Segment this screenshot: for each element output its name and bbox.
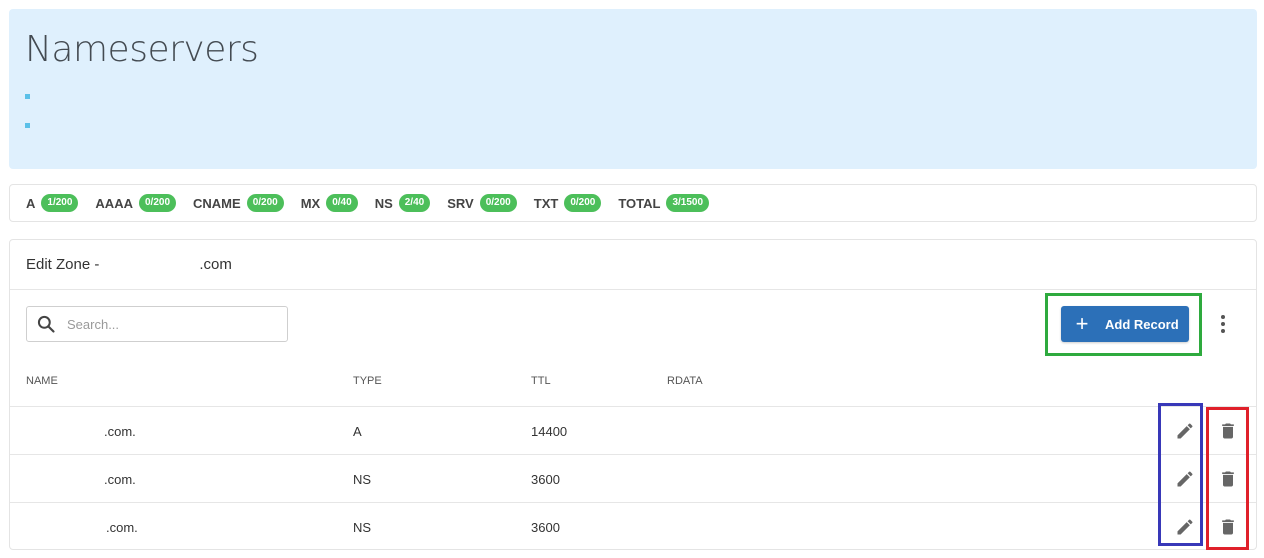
count-badge: 0/200 (564, 194, 602, 212)
count-label: CNAME (193, 195, 241, 211)
more-vertical-icon[interactable] (1213, 312, 1233, 336)
count-badge: 0/200 (138, 194, 177, 212)
record-ttl: 14400 (531, 424, 568, 439)
column-header-rdata: RDATA (667, 375, 703, 387)
zone-domain: .com (199, 256, 232, 273)
count-badge: 1/200 (41, 194, 79, 212)
column-header-ttl: TTL (531, 375, 551, 387)
table-row: .com. NS 3600 (10, 502, 1256, 550)
count-label: A (26, 195, 36, 211)
count-item-srv: SRV 0/200 (447, 194, 517, 212)
record-ttl: 3600 (531, 472, 560, 487)
count-label: TOTAL (618, 195, 661, 211)
count-item-cname: CNAME 0/200 (193, 194, 284, 212)
delete-column-highlight (1206, 407, 1249, 550)
column-header-type: TYPE (353, 375, 382, 387)
record-name: .com. (106, 520, 138, 535)
edit-column-highlight (1158, 403, 1203, 546)
count-item-total: TOTAL 3/1500 (618, 194, 710, 212)
count-item-mx: MX 0/40 (301, 194, 358, 212)
search-icon (36, 314, 56, 334)
table-row: .com. NS 3600 (10, 454, 1256, 502)
count-badge: 2/40 (398, 194, 431, 212)
edit-zone-card: Edit Zone - .com + Add Record NAME TYPE … (9, 239, 1257, 550)
record-type: A (353, 424, 362, 439)
table-row: .com. A 14400 (10, 406, 1256, 454)
count-item-ns: NS 2/40 (375, 194, 431, 212)
plus-icon: + (1075, 311, 1089, 336)
count-badge: 3/1500 (666, 194, 710, 212)
record-counts-bar: A 1/200 AAAA 0/200 CNAME 0/200 MX 0/40 N… (9, 184, 1257, 222)
search-box[interactable] (26, 306, 288, 342)
count-label: AAAA (95, 195, 133, 211)
count-item-txt: TXT 0/200 (534, 194, 602, 212)
count-badge: 0/200 (479, 194, 517, 212)
count-item-a: A 1/200 (26, 194, 79, 212)
record-type: NS (353, 472, 372, 487)
zone-header: Edit Zone - .com (10, 240, 1256, 290)
column-header-name: NAME (26, 375, 58, 387)
nameservers-panel: Nameservers (9, 9, 1257, 169)
count-label: NS (374, 195, 393, 211)
add-record-label: Add Record (1105, 316, 1179, 332)
zone-title: Edit Zone - (26, 256, 100, 273)
record-type: NS (353, 520, 372, 535)
add-record-button[interactable]: + Add Record (1061, 306, 1189, 342)
page-title: Nameservers (25, 29, 259, 70)
count-label: MX (300, 195, 321, 211)
nameserver-bullet (25, 94, 30, 99)
count-badge: 0/200 (246, 194, 284, 212)
nameserver-bullet (25, 123, 30, 128)
record-ttl: 3600 (531, 520, 560, 535)
count-item-aaaa: AAAA 0/200 (95, 194, 177, 212)
record-name: .com. (104, 472, 136, 487)
count-badge: 0/40 (326, 194, 358, 212)
search-input[interactable] (67, 316, 267, 332)
record-name: .com. (104, 424, 136, 439)
count-label: TXT (533, 195, 559, 211)
count-label: SRV (447, 195, 474, 211)
